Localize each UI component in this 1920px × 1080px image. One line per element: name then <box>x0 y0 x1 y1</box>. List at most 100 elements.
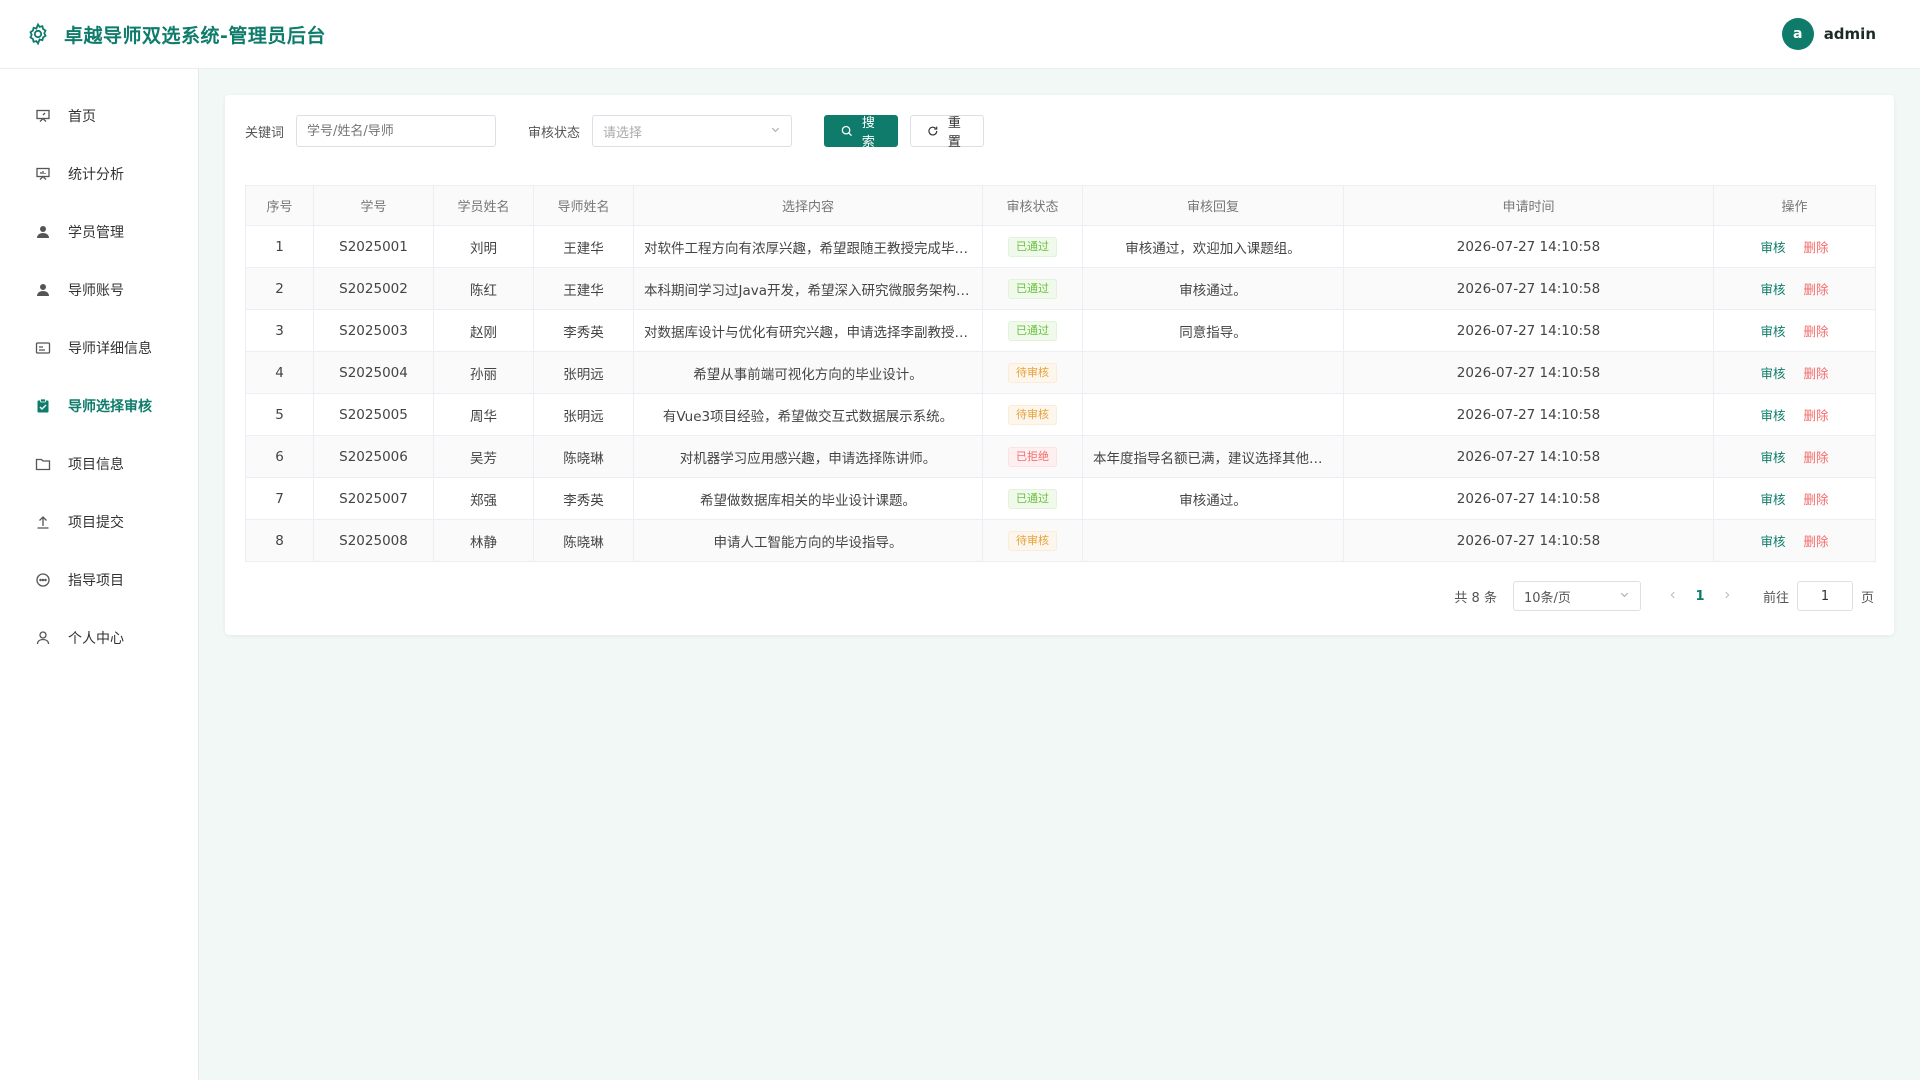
mentor-name: 陈晓琳 <box>533 519 634 562</box>
audit-button[interactable]: 审核 <box>1760 534 1785 549</box>
apply-time: 2026-07-27 14:10:58 <box>1343 435 1714 478</box>
sidebar-item-label: 统计分析 <box>68 167 124 183</box>
status-badge: 已拒绝 <box>1008 446 1057 467</box>
sidebar-item-mentor-accounts[interactable]: 导师账号 <box>0 261 198 319</box>
keyword-label: 关键词 <box>245 125 285 141</box>
sidebar-item-label: 指导项目 <box>68 573 124 589</box>
selection-content: 对数据库设计与优化有研究兴趣，申请选择李副教授作为导师。 <box>633 309 983 352</box>
row-number: 4 <box>245 351 314 394</box>
sidebar-item-project-info[interactable]: 项目信息 <box>0 435 198 493</box>
sidebar-item-mentor-details[interactable]: 导师详细信息 <box>0 319 198 377</box>
table-row: 3S2025003赵刚李秀英对数据库设计与优化有研究兴趣，申请选择李副教授作为导… <box>245 309 1876 352</box>
sidebar: 首页 统计分析 学员管理 导师账号 导师详细信息 导师选择审核 项目信息 项目提… <box>0 69 199 1080</box>
delete-button[interactable]: 删除 <box>1804 282 1829 297</box>
student-id: S2025008 <box>313 519 434 562</box>
sidebar-item-mentor-selection-review[interactable]: 导师选择审核 <box>0 377 198 435</box>
page-size-value: 10条/页 <box>1523 590 1571 606</box>
selection-content: 对机器学习应用感兴趣，申请选择陈讲师。 <box>633 435 983 478</box>
search-button[interactable]: 搜索 <box>824 115 899 150</box>
audit-button[interactable]: 审核 <box>1760 450 1785 465</box>
review-reply: 同意指导。 <box>1082 309 1344 352</box>
page-number-current[interactable]: 1 <box>1685 589 1715 604</box>
presentation-icon <box>34 107 52 125</box>
sidebar-item-guided-projects[interactable]: 指导项目 <box>0 551 198 609</box>
sidebar-item-label: 项目提交 <box>68 515 124 531</box>
sidebar-item-project-submit[interactable]: 项目提交 <box>0 493 198 551</box>
audit-button[interactable]: 审核 <box>1760 240 1785 255</box>
clipboard-check-icon <box>34 397 52 415</box>
sidebar-item-statistics[interactable]: 统计分析 <box>0 145 198 203</box>
row-number: 6 <box>245 435 314 478</box>
gear-icon <box>26 22 50 46</box>
user-menu[interactable]: a admin <box>1781 18 1876 50</box>
audit-button[interactable]: 审核 <box>1760 324 1785 339</box>
chat-icon <box>34 571 52 589</box>
review-reply: 审核通过。 <box>1082 267 1344 310</box>
sidebar-item-home[interactable]: 首页 <box>0 87 198 145</box>
status-label: 审核状态 <box>528 125 581 141</box>
delete-button[interactable]: 删除 <box>1804 450 1829 465</box>
column-header: 申请时间 <box>1343 185 1714 226</box>
sidebar-item-students[interactable]: 学员管理 <box>0 203 198 261</box>
student-name: 孙丽 <box>433 351 534 394</box>
student-name: 刘明 <box>433 225 534 268</box>
sidebar-item-profile[interactable]: 个人中心 <box>0 609 198 667</box>
mentor-name: 王建华 <box>533 267 634 310</box>
student-id: S2025002 <box>313 267 434 310</box>
status-badge: 已通过 <box>1008 320 1057 341</box>
audit-button[interactable]: 审核 <box>1760 366 1785 381</box>
status-cell: 待审核 <box>982 393 1083 436</box>
student-id: S2025007 <box>313 477 434 520</box>
delete-button[interactable]: 删除 <box>1804 324 1829 339</box>
status-cell: 待审核 <box>982 519 1083 562</box>
reset-button-label: 重置 <box>947 116 961 150</box>
prev-page-button[interactable] <box>1661 588 1685 604</box>
row-number: 7 <box>245 477 314 520</box>
apply-time: 2026-07-27 14:10:58 <box>1343 267 1714 310</box>
actions-cell: 审核 删除 <box>1713 477 1876 520</box>
status-cell: 已拒绝 <box>982 435 1083 478</box>
actions-cell: 审核 删除 <box>1713 519 1876 562</box>
goto-page-input[interactable] <box>1796 581 1853 611</box>
page-size-select[interactable]: 10条/页 <box>1512 581 1641 611</box>
audit-button[interactable]: 审核 <box>1760 408 1785 423</box>
filter-bar: 关键词 审核状态 请选择 搜索 重置 <box>245 115 1874 150</box>
search-button-label: 搜索 <box>861 116 875 150</box>
table-header-row: 序号 学号 学员姓名 导师姓名 选择内容 审核状态 审核回复 申请时间 操作 <box>245 185 1876 226</box>
review-card: 关键词 审核状态 请选择 搜索 重置 序号 学号 学员姓名 导师姓名 选择内容 <box>225 95 1894 635</box>
top-header: 卓越导师双选系统-管理员后台 a admin <box>0 0 1920 69</box>
username[interactable]: admin <box>1824 25 1876 43</box>
actions-cell: 审核 删除 <box>1713 225 1876 268</box>
column-header: 选择内容 <box>633 185 983 226</box>
review-reply <box>1082 393 1344 436</box>
upload-icon <box>34 513 52 531</box>
delete-button[interactable]: 删除 <box>1804 408 1829 423</box>
column-header: 学号 <box>313 185 434 226</box>
status-select[interactable]: 请选择 <box>592 115 793 147</box>
status-cell: 已通过 <box>982 309 1083 352</box>
delete-button[interactable]: 删除 <box>1804 366 1829 381</box>
chevron-down-icon <box>770 124 781 139</box>
table-row: 5 S2025005 周华 张明远 有Vue3项目经验，希望做交互式数据展示系统。 待审核… <box>245 393 1876 436</box>
next-page-button[interactable] <box>1715 588 1739 604</box>
audit-button[interactable]: 审核 <box>1760 282 1785 297</box>
sidebar-item-label: 项目信息 <box>68 457 124 473</box>
audit-button[interactable]: 审核 <box>1760 492 1785 507</box>
delete-button[interactable]: 删除 <box>1804 240 1829 255</box>
status-select-placeholder: 请选择 <box>603 125 643 141</box>
delete-button[interactable]: 删除 <box>1804 492 1829 507</box>
reset-button[interactable]: 重置 <box>910 115 985 150</box>
row-number: 5 <box>245 393 314 436</box>
delete-button[interactable]: 删除 <box>1804 534 1829 549</box>
apply-time: 2026-07-27 14:10:58 <box>1343 393 1714 436</box>
status-cell: 已通过 <box>982 267 1083 310</box>
avatar[interactable]: a <box>1781 18 1814 50</box>
review-reply <box>1082 519 1344 562</box>
student-id: S2025001 <box>313 225 434 268</box>
presentation-icon <box>34 165 52 183</box>
keyword-input[interactable] <box>296 115 497 147</box>
sidebar-item-label: 导师详细信息 <box>68 341 152 357</box>
mentor-name: 陈晓琳 <box>533 435 634 478</box>
user-icon <box>34 281 52 299</box>
mentor-name: 李秀英 <box>533 477 634 520</box>
